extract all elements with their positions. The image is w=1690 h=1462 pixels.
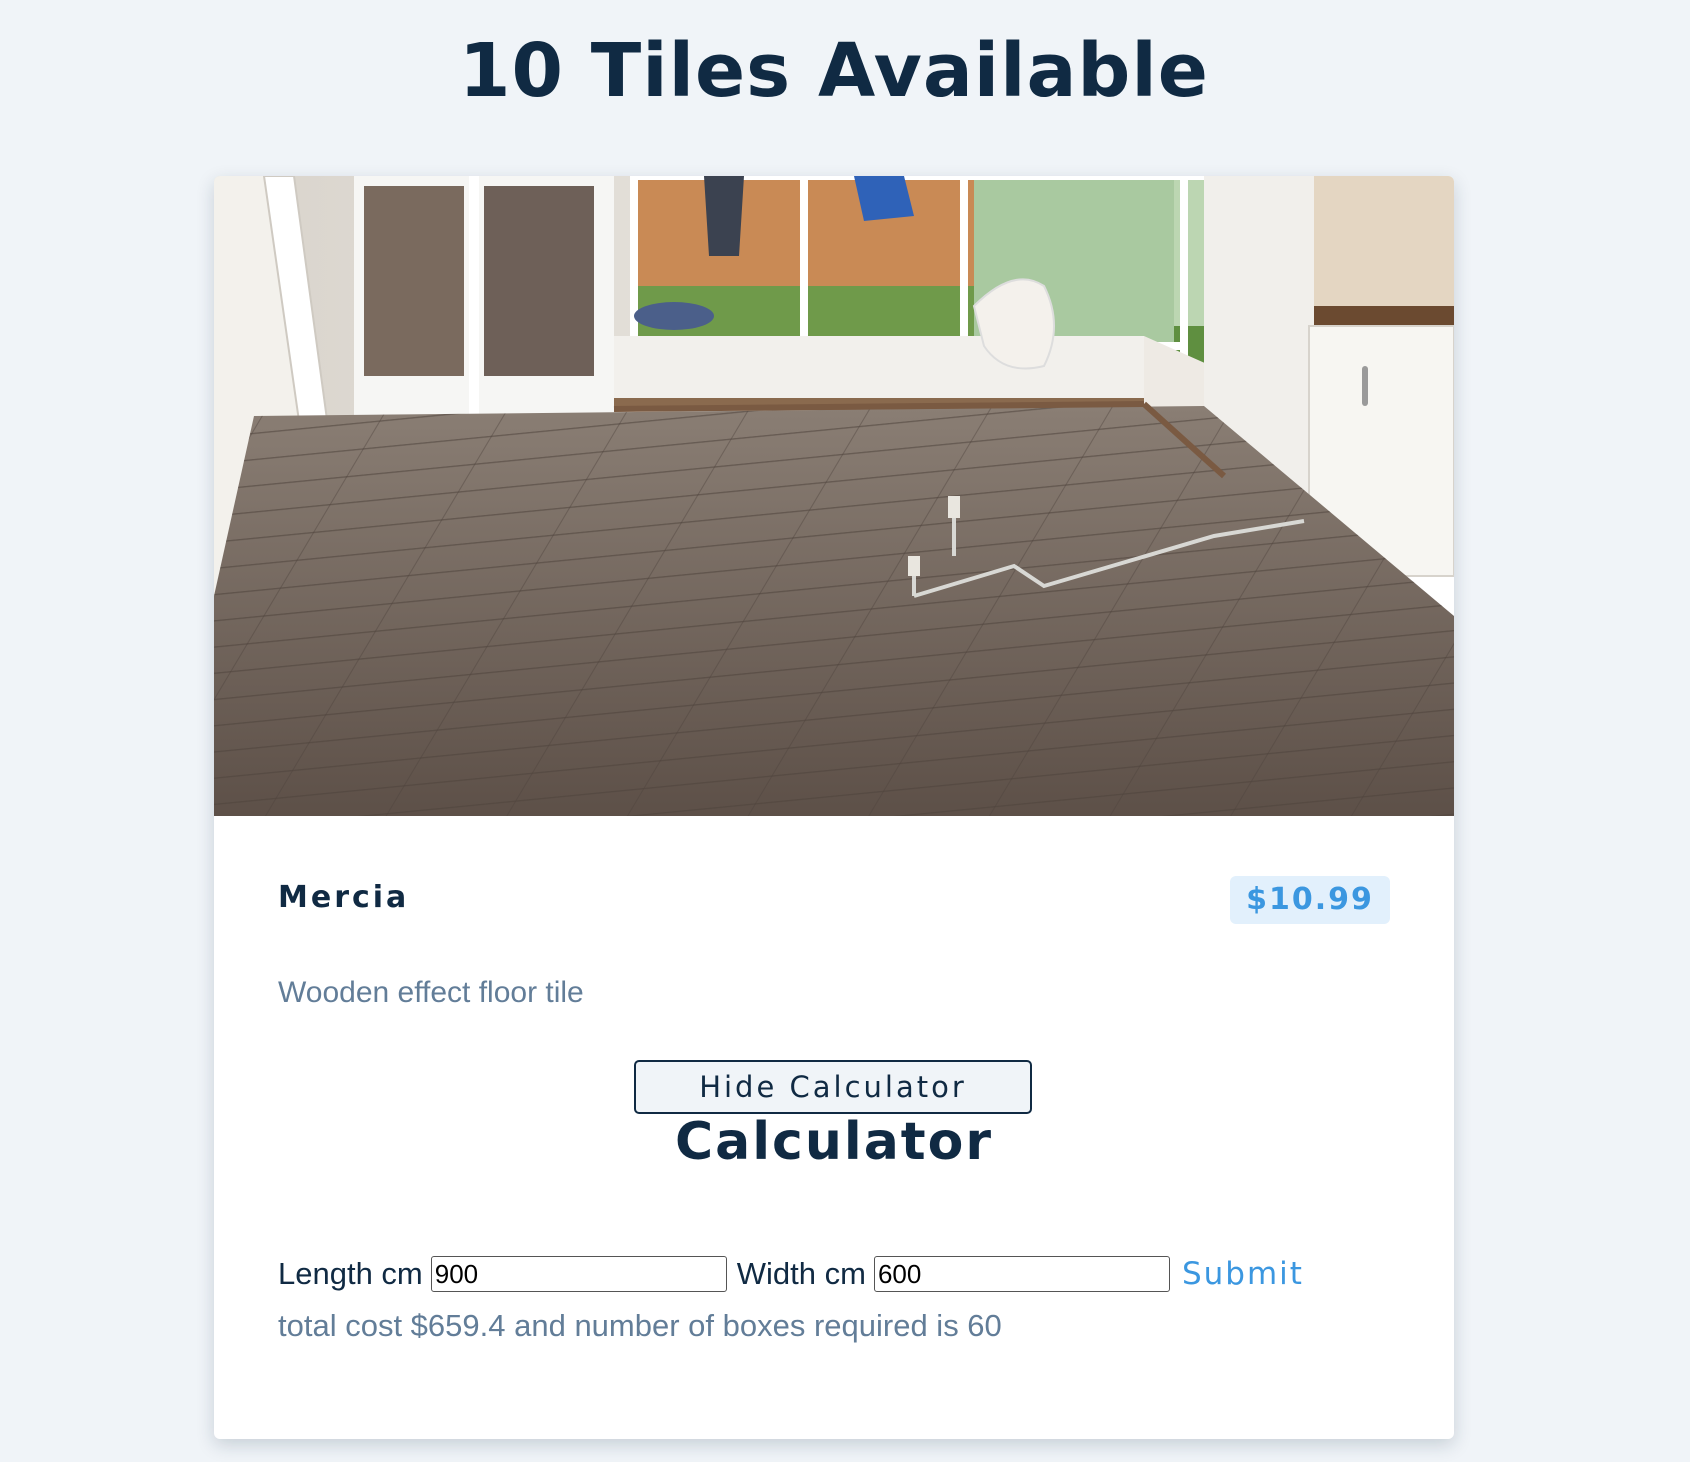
width-label: Width cm (736, 1256, 866, 1291)
submit-button[interactable]: Submit (1182, 1256, 1304, 1292)
width-input[interactable] (873, 1256, 1170, 1292)
price-badge: $10.99 (1230, 876, 1390, 924)
page-title: 10 Tiles Available (459, 28, 1209, 114)
product-name: Mercia (278, 880, 410, 915)
calculator-result: total cost $659.4 and number of boxes re… (278, 1308, 1002, 1343)
calculator-form: Length cm Width cm Submit (278, 1254, 1304, 1294)
tile-photo (214, 176, 1454, 816)
product-card: Mercia $10.99 Wooden effect floor tile H… (214, 176, 1454, 1439)
length-input[interactable] (430, 1256, 727, 1292)
product-description: Wooden effect floor tile (278, 976, 584, 1009)
length-label: Length cm (278, 1256, 423, 1291)
hide-calculator-button[interactable]: Hide Calculator (634, 1060, 1032, 1114)
calculator-title: Calculator (674, 1112, 994, 1172)
